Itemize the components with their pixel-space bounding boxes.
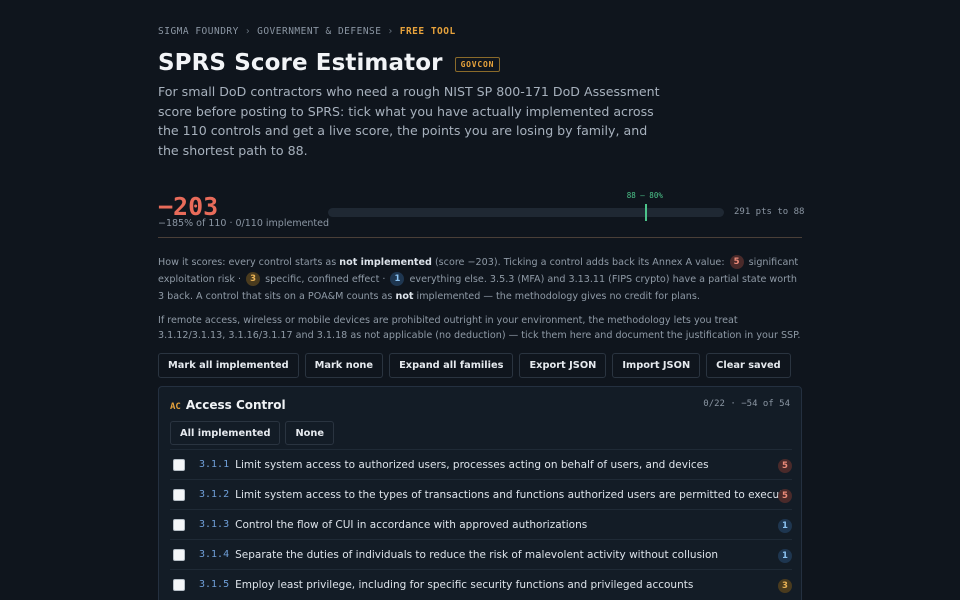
control-checkbox[interactable]	[173, 548, 185, 561]
score-subtitle: −185% of 110 · 0/110 implemented	[158, 218, 330, 229]
points-5-badge: 5	[729, 255, 744, 269]
control-points-badge: 5	[778, 459, 792, 473]
breadcrumb-item[interactable]: GOVERNMENT & DEFENSE	[257, 26, 381, 37]
divider	[158, 237, 802, 238]
family-none-button[interactable]: None	[285, 421, 335, 445]
control-row[interactable]: 3.1.1 Limit system access to authorized …	[170, 449, 792, 479]
control-id: 3.1.3	[199, 519, 230, 530]
control-text: Limit system access to the types of tran…	[235, 488, 790, 501]
target-marker-label: 88 – 80%	[626, 191, 663, 200]
score-progress-bar: 88 – 80%	[328, 191, 724, 221]
control-checkbox[interactable]	[173, 518, 185, 531]
control-id: 3.1.2	[199, 489, 230, 500]
category-tag: GOVCON	[454, 57, 501, 72]
scoring-explanation: How it scores: every control starts as n…	[158, 255, 799, 302]
control-text: Separate the duties of individuals to re…	[235, 548, 719, 561]
family-code: AC	[170, 402, 181, 412]
page-title: SPRS Score Estimator	[158, 50, 443, 76]
expand-all-families-button[interactable]: Expand all families	[389, 353, 514, 378]
family-panel-access-control: AC Access Control 0/22 · −54 of 54 All i…	[158, 386, 802, 600]
clear-saved-button[interactable]: Clear saved	[706, 353, 791, 378]
title-row: SPRS Score Estimator GOVCON	[158, 50, 501, 76]
family-name: Access Control	[185, 398, 286, 412]
control-text: Limit system access to authorized users,…	[235, 458, 709, 471]
control-row[interactable]: 3.1.5 Employ least privilege, including …	[170, 569, 792, 599]
control-id: 3.1.5	[199, 579, 230, 590]
control-points-badge: 1	[778, 549, 792, 563]
control-row[interactable]: 3.1.4 Separate the duties of individuals…	[170, 539, 792, 569]
mark-all-implemented-button[interactable]: Mark all implemented	[158, 353, 299, 378]
score-value: −203	[158, 192, 219, 221]
points-3-badge: 3	[246, 272, 261, 286]
control-id: 3.1.4	[199, 549, 230, 560]
control-text: Employ least privilege, including for sp…	[235, 578, 694, 591]
breadcrumb-current: FREE TOOL	[399, 26, 456, 37]
control-row[interactable]: 3.1.3 Control the flow of CUI in accorda…	[170, 509, 792, 539]
control-list: 3.1.1 Limit system access to authorized …	[170, 449, 792, 599]
control-checkbox[interactable]	[173, 488, 185, 501]
mark-none-button[interactable]: Mark none	[304, 353, 384, 378]
control-points-badge: 5	[778, 489, 792, 503]
family-actions: All implemented None	[170, 421, 335, 445]
control-id: 3.1.1	[199, 459, 230, 470]
control-checkbox[interactable]	[173, 458, 185, 471]
breadcrumb-separator: ›	[387, 26, 394, 37]
import-json-button[interactable]: Import JSON	[612, 353, 701, 378]
control-points-badge: 3	[778, 579, 792, 593]
points-1-badge: 1	[390, 272, 405, 286]
control-row[interactable]: 3.1.2 Limit system access to the types o…	[170, 479, 792, 509]
control-text: Control the flow of CUI in accordance wi…	[235, 518, 588, 531]
family-all-implemented-button[interactable]: All implemented	[170, 421, 281, 445]
export-json-button[interactable]: Export JSON	[519, 353, 607, 378]
intro-text: For small DoD contractors who need a rou…	[158, 84, 660, 158]
toolbar: Mark all implemented Mark none Expand al…	[158, 353, 791, 378]
breadcrumb-item[interactable]: SIGMA FOUNDRY	[158, 26, 239, 37]
target-marker	[644, 204, 647, 221]
not-applicable-note: If remote access, wireless or mobile dev…	[158, 315, 801, 341]
points-to-target: 291 pts to 88	[734, 207, 805, 217]
family-header[interactable]: AC Access Control	[170, 398, 286, 412]
breadcrumb-separator: ›	[244, 26, 252, 37]
control-checkbox[interactable]	[173, 578, 185, 591]
control-points-badge: 1	[778, 519, 792, 533]
breadcrumb: SIGMA FOUNDRY › GOVERNMENT & DEFENSE › FREE …	[158, 26, 456, 37]
family-stats: 0/22 · −54 of 54	[703, 399, 790, 409]
